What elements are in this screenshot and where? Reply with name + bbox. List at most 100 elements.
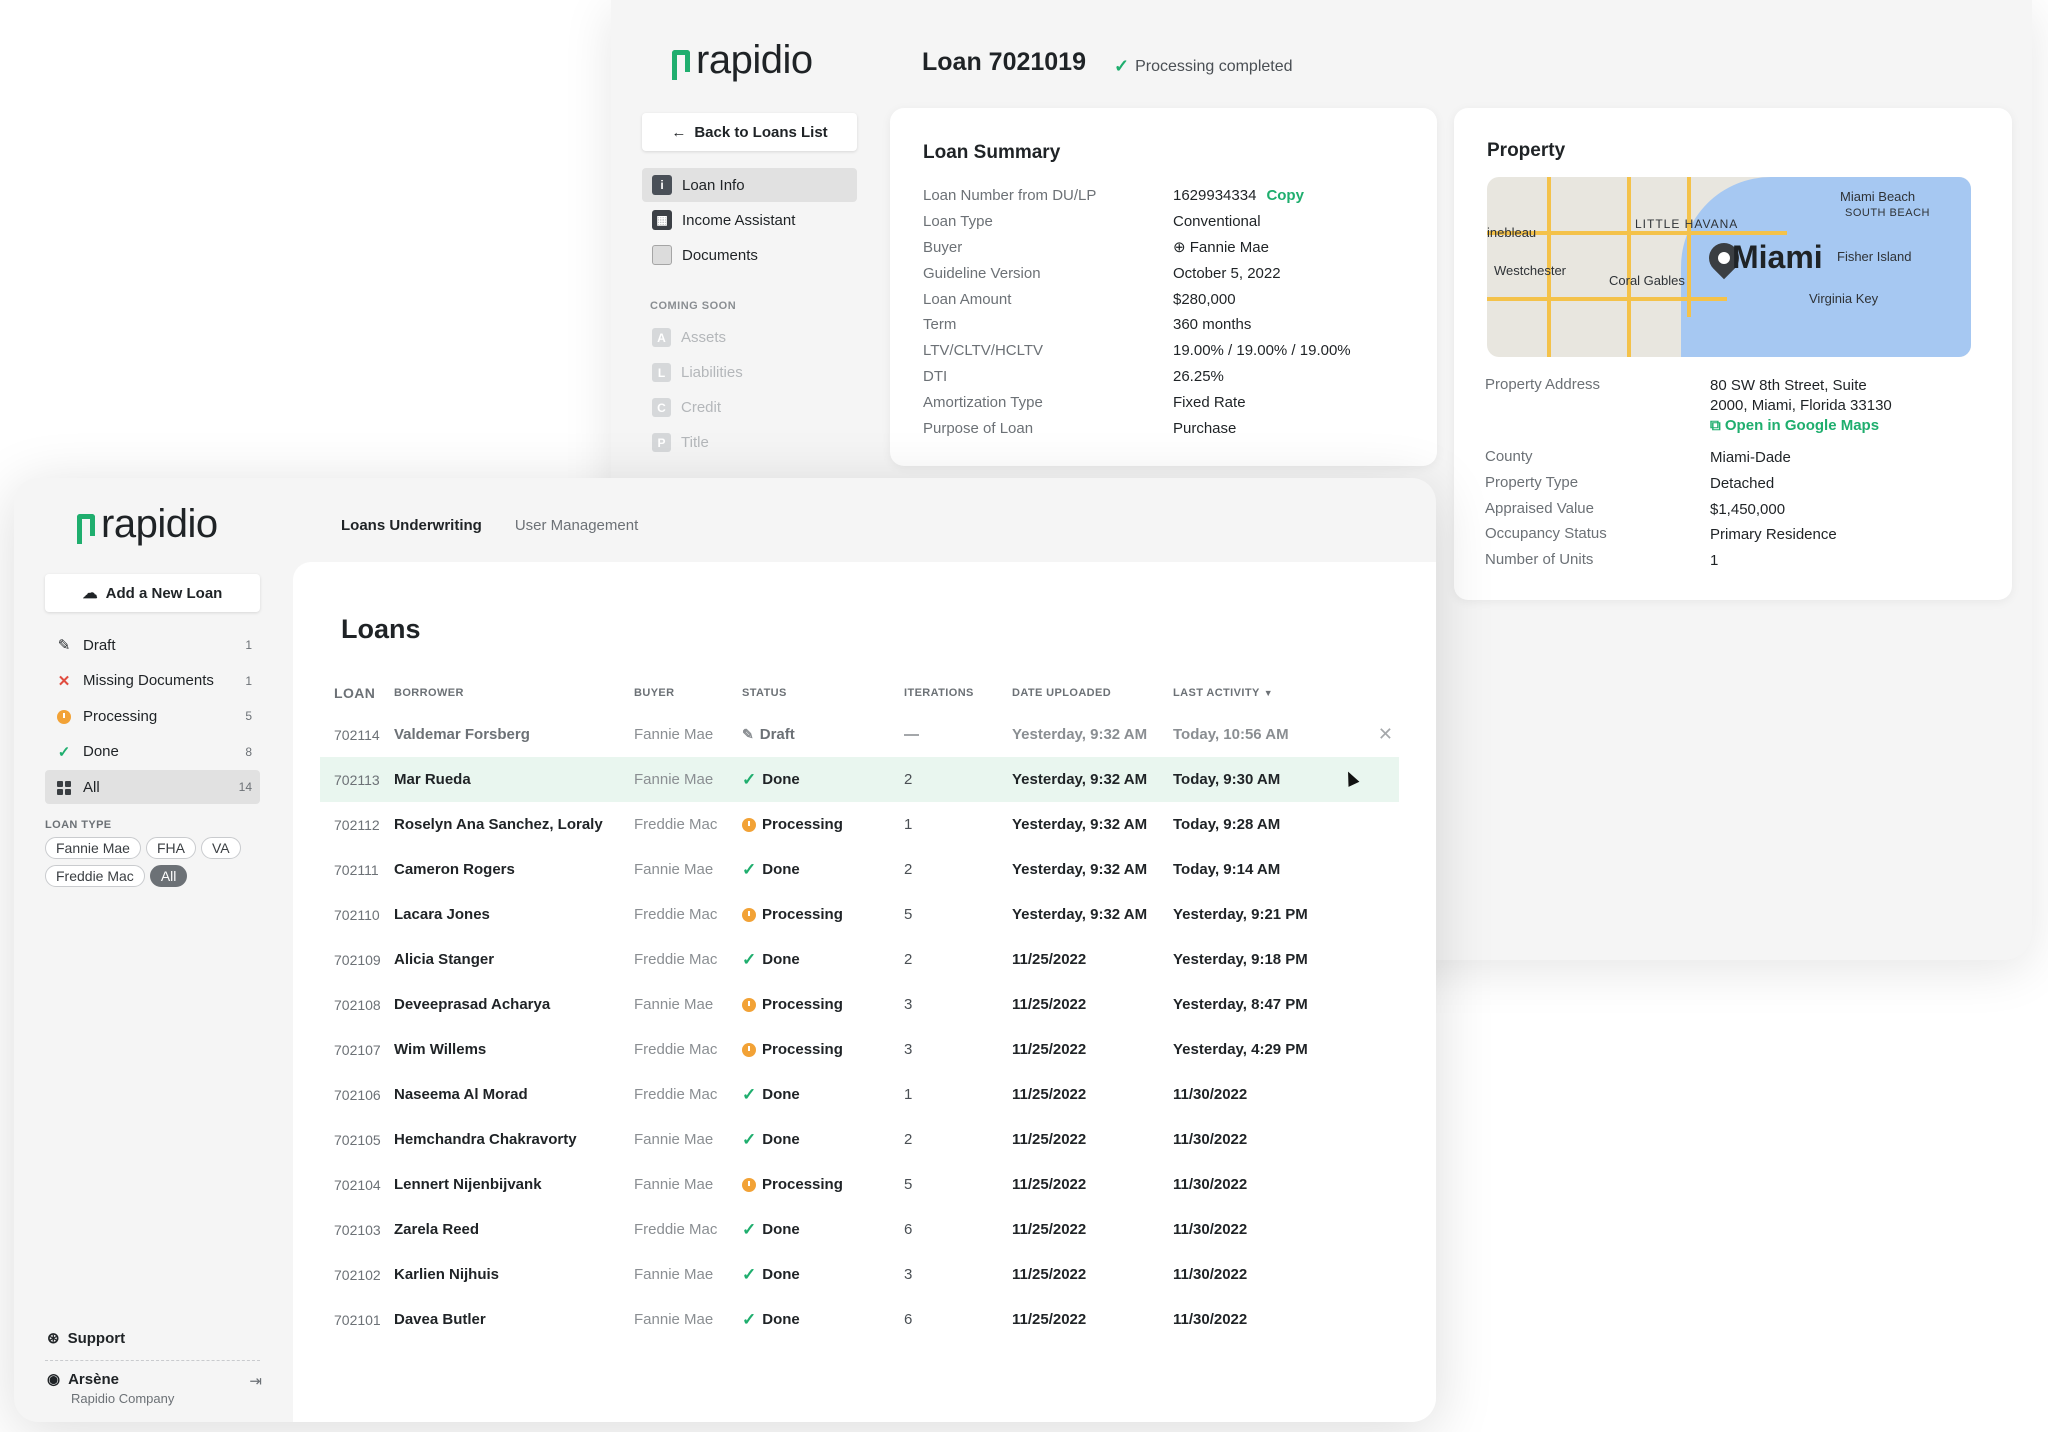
nav-item-income-assistant[interactable]: ▦ Income Assistant [642, 203, 857, 237]
table-row[interactable]: 702102 Karlien Nijhuis Fannie Mae ✓ Done 3 11/… [320, 1252, 1399, 1297]
cell-iterations: 3 [904, 1041, 913, 1058]
summary-value: 360 months [1173, 316, 1251, 333]
add-new-loan-button[interactable]: ☁ Add a New Loan [45, 574, 260, 612]
pencil-icon: ✎ [57, 637, 71, 654]
table-row[interactable]: 702104 Lennert Nijenbijvank Fannie Mae Proc… [320, 1162, 1399, 1207]
cell-borrower: Deveeprasad Acharya [394, 996, 551, 1013]
filter-label: Missing Documents [83, 672, 214, 689]
title-icon: P [652, 433, 671, 452]
cell-date-uploaded: 11/25/2022 [1012, 1266, 1087, 1283]
column-header-label: LAST ACTIVITY [1173, 687, 1260, 699]
cell-last-activity: Today, 9:28 AM [1173, 816, 1281, 833]
cell-iterations: 5 [904, 906, 913, 923]
cell-buyer: Freddie Mac [634, 1221, 718, 1238]
processing-status: ✓ Processing completed [1114, 56, 1293, 77]
tab-user-management[interactable]: User Management [515, 517, 638, 534]
status-text: Done [762, 1131, 800, 1148]
sort-down-icon: ▼ [1263, 688, 1273, 698]
cell-loan: 702107 [334, 1041, 381, 1058]
check-icon: ✓ [742, 769, 757, 789]
back-to-loans-button[interactable]: ← Back to Loans List [642, 113, 857, 151]
column-header-last-activity[interactable]: LAST ACTIVITY ▼ [1173, 687, 1333, 699]
cell-status: Processing [742, 816, 902, 833]
filter-processing[interactable]: Processing 5 [45, 699, 260, 733]
cell-iterations: 1 [904, 1086, 913, 1103]
table-row[interactable]: 702105 Hemchandra Chakravorty Fannie Mae ✓ D… [320, 1117, 1399, 1162]
filter-done[interactable]: ✓ Done 8 [45, 735, 260, 769]
chip-freddie-mac[interactable]: Freddie Mac [45, 865, 145, 887]
status-filters: ✎ Draft 1 ✕ Missing Documents 1 Processi… [45, 628, 260, 806]
table-row[interactable]: 702114 Valdemar Forsberg Fannie Mae ✎ Draft —… [320, 712, 1399, 757]
map-label: Miami Beach [1840, 189, 1916, 204]
table-row[interactable]: 702106 Naseema Al Morad Freddie Mac ✓ Done 1 1… [320, 1072, 1399, 1117]
column-header-buyer[interactable]: BUYER [634, 687, 742, 699]
cell-date-uploaded: Yesterday, 9:32 AM [1012, 816, 1148, 833]
chip-va[interactable]: VA [200, 837, 241, 859]
property-row: County Miami-Dade [1485, 444, 1985, 470]
soon-item-label: Liabilities [681, 364, 743, 381]
column-header-status[interactable]: STATUS [742, 687, 902, 699]
column-header-borrower[interactable]: BORROWER [394, 687, 634, 699]
support-link[interactable]: ⊛ Support [47, 1329, 125, 1348]
table-row[interactable]: 702112 Roselyn Ana Sanchez, Loraly Freddie… [320, 802, 1399, 847]
grid-icon [53, 779, 75, 796]
table-header: LOAN BORROWER BUYER STATUS ITERATIONS DA… [320, 674, 1399, 712]
check-icon: ✓ [742, 1219, 757, 1239]
logo-text: rapidio [696, 38, 813, 82]
chip-all[interactable]: All [149, 865, 188, 887]
top-tabs: Loans Underwriting User Management [341, 517, 638, 534]
cell-iterations: 6 [904, 1221, 913, 1238]
summary-row: Loan Amount $280,000 [923, 286, 1413, 312]
column-header-loan[interactable]: LOAN [320, 685, 394, 701]
rapidio-logo-icon [672, 49, 690, 80]
table-row[interactable]: 702110 Lacara Jones Freddie Mac Processing 5… [320, 892, 1399, 937]
chip-fha[interactable]: FHA [145, 837, 196, 859]
table-row[interactable]: 702101 Davea Butler Fannie Mae ✓ Done 6 11/25/… [320, 1297, 1399, 1342]
cell-borrower: Wim Willems [394, 1041, 487, 1058]
lifebuoy-icon: ⊛ [47, 1330, 60, 1347]
cell-borrower: Roselyn Ana Sanchez, Loraly [394, 816, 603, 833]
cell-last-activity: 11/30/2022 [1173, 1131, 1248, 1148]
summary-key: Term [923, 316, 957, 334]
clock-icon [742, 817, 756, 832]
column-header-iterations[interactable]: ITERATIONS [902, 687, 1012, 699]
table-row[interactable]: 702103 Zarela Reed Freddie Mac ✓ Done 6 11/25/… [320, 1207, 1399, 1252]
copy-button[interactable]: Copy [1266, 187, 1304, 204]
logout-icon[interactable]: ⇥ [249, 1372, 262, 1390]
loan-summary-list: Loan Number from DU/LP 1629934334 Copy Loan… [923, 183, 1413, 441]
table-row[interactable]: 702109 Alicia Stanger Freddie Mac ✓ Done 2 11/… [320, 937, 1399, 982]
nav-item-documents[interactable]: Documents [642, 238, 857, 272]
filter-missing-documents[interactable]: ✕ Missing Documents 1 [45, 664, 260, 698]
cell-last-activity: Yesterday, 4:29 PM [1173, 1041, 1308, 1058]
cell-buyer: Freddie Mac [634, 906, 718, 923]
map-road [1687, 177, 1691, 317]
cell-loan: 702113 [334, 771, 380, 788]
summary-row: LTV/CLTV/HCLTV 19.00% / 19.00% / 19.00% [923, 338, 1413, 364]
property-map[interactable]: inebleau LITTLE HAVANA Westchester Coral… [1487, 177, 1971, 357]
loans-content: Loans LOAN BORROWER BUYER STATUS ITERATI… [293, 562, 1436, 1422]
filter-draft[interactable]: ✎ Draft 1 [45, 628, 260, 662]
property-card: Property inebleau LITTLE HAVANA Westches… [1454, 108, 2012, 600]
user-avatar-icon: ◉ [47, 1371, 61, 1388]
cell-borrower: Alicia Stanger [394, 951, 495, 968]
nav-item-loan-info[interactable]: i Loan Info [642, 168, 857, 202]
cell-status: Processing [742, 1041, 902, 1058]
add-new-loan-label: Add a New Loan [105, 584, 223, 602]
table-row[interactable]: 702113 Mar Rueda Fannie Mae ✓ Done 2 Yesterday… [320, 757, 1399, 802]
table-row[interactable]: 702111 Cameron Rogers Fannie Mae ✓ Done 2 Yest… [320, 847, 1399, 892]
tab-loans-underwriting[interactable]: Loans Underwriting [341, 517, 482, 534]
table-row[interactable]: 702107 Wim Willems Freddie Mac Processing 3 1… [320, 1027, 1399, 1072]
rapidio-logo[interactable]: rapidio [77, 502, 218, 547]
user-name[interactable]: ◉ Arsène [47, 1370, 262, 1389]
table-row[interactable]: 702108 Deveeprasad Acharya Fannie Mae Proce… [320, 982, 1399, 1027]
column-header-date-uploaded[interactable]: DATE UPLOADED [1012, 687, 1173, 699]
map-label: Fisher Island [1837, 249, 1912, 264]
delete-icon[interactable]: ✕ [1333, 724, 1393, 745]
chip-fannie-mae[interactable]: Fannie Mae [45, 837, 141, 859]
cell-iterations: 6 [904, 1311, 913, 1328]
status-text: Done [762, 1086, 800, 1103]
rapidio-logo[interactable]: rapidio [672, 38, 813, 83]
open-google-maps-link[interactable]: ⧉ Open in Google Maps [1710, 416, 1892, 436]
cell-loan: 702110 [334, 906, 380, 923]
filter-all[interactable]: All 14 [45, 770, 260, 804]
